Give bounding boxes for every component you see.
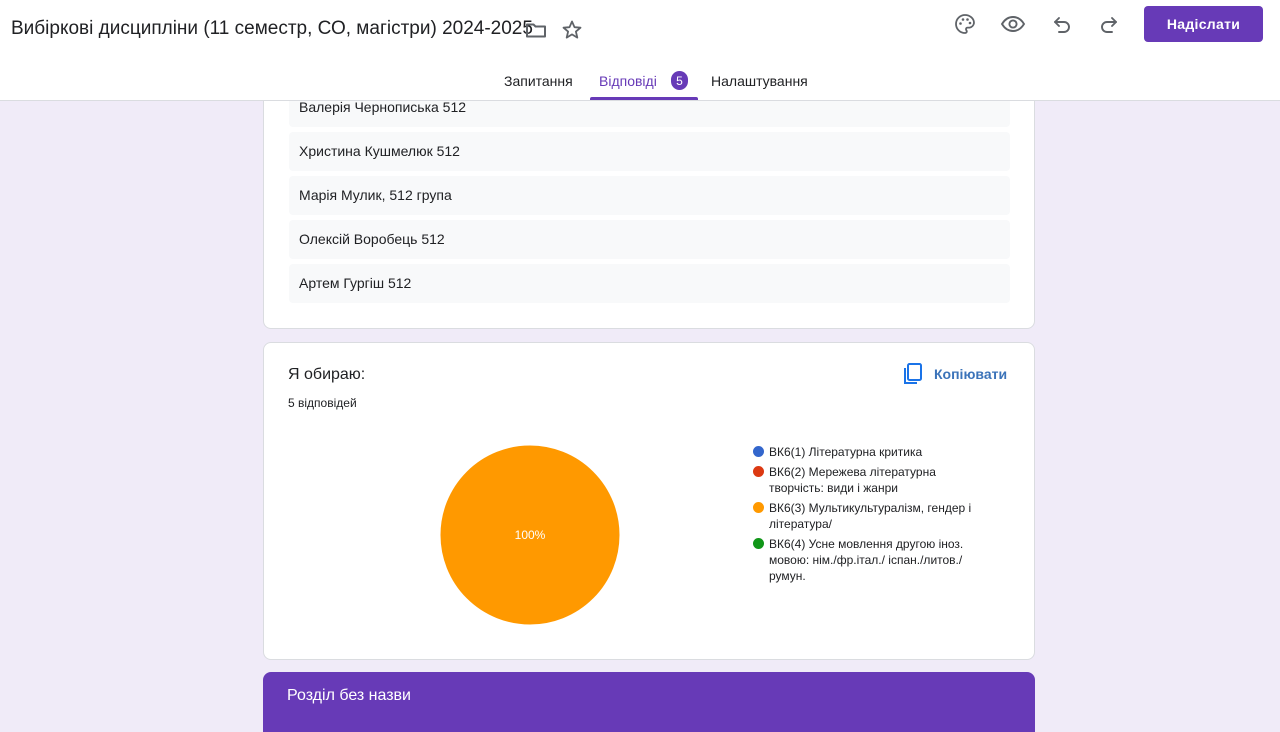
responses-count-badge: 5 xyxy=(671,71,688,90)
response-item: Артем Гургіш 512 xyxy=(289,264,1010,303)
legend-label-line: мовою: нім./фр.італ./ іспан./литов./ xyxy=(769,553,963,567)
legend-label: ВК6(3) Мультикультуралізм, гендер і літер… xyxy=(769,500,971,532)
legend-label-line: ВК6(3) Мультикультуралізм, гендер і xyxy=(769,501,972,515)
folder-icon[interactable] xyxy=(522,16,550,44)
legend-color-swatch xyxy=(753,538,764,549)
legend-item: ВК6(3) Мультикультуралізм, гендер і літер… xyxy=(753,500,983,532)
section-header: Розділ без назви xyxy=(263,672,1035,732)
legend-label-line: ВК6(2) Мережева літературна xyxy=(769,465,936,479)
legend-label-line: ВК6(1) Літературна критика xyxy=(769,445,923,459)
legend-label: ВК6(1) Літературна критика xyxy=(769,444,922,460)
response-item: Олексій Воробець 512 xyxy=(289,220,1010,259)
legend-item: ВК6(2) Мережева літературна творчість: ви… xyxy=(753,464,983,496)
redo-icon[interactable] xyxy=(1095,10,1123,38)
palette-icon[interactable] xyxy=(951,10,979,38)
legend-label-line: румун. xyxy=(769,569,806,583)
response-count: 5 відповідей xyxy=(288,396,357,410)
active-tab-indicator xyxy=(590,97,698,100)
legend-color-swatch xyxy=(753,446,764,457)
legend-item: ВК6(4) Усне мовлення другою іноз. мовою: … xyxy=(753,536,983,584)
undo-icon[interactable] xyxy=(1048,10,1076,38)
star-icon[interactable] xyxy=(558,16,586,44)
legend-label: ВК6(4) Усне мовлення другою іноз. мовою: … xyxy=(769,536,963,584)
question-title: Я обираю: xyxy=(288,366,366,383)
tab-bar: Запитання Відповіді 5 Налаштування xyxy=(0,60,1280,101)
response-item: Христина Кушмелюк 512 xyxy=(289,132,1010,171)
tab-responses[interactable]: Відповіді xyxy=(599,73,657,89)
document-title[interactable]: Вибіркові дисципліни (11 семестр, СО, ма… xyxy=(11,17,533,41)
tab-questions[interactable]: Запитання xyxy=(504,73,573,89)
legend-label-line: література/ xyxy=(769,517,832,531)
pie-chart: 100% xyxy=(439,444,621,626)
legend-item: ВК6(1) Літературна критика xyxy=(753,444,983,460)
legend-color-swatch xyxy=(753,466,764,477)
legend-color-swatch xyxy=(753,502,764,513)
copy-icon xyxy=(904,363,922,384)
form-header: Вибіркові дисципліни (11 семестр, СО, ма… xyxy=(0,0,1280,101)
response-item: Марія Мулик, 512 група xyxy=(289,176,1010,215)
copy-label: Копіювати xyxy=(934,366,1008,382)
copy-chart-button[interactable]: Копіювати xyxy=(902,361,1007,387)
legend-label: ВК6(2) Мережева літературна творчість: ви… xyxy=(769,464,936,496)
legend-label-line: ВК6(4) Усне мовлення другою іноз. xyxy=(769,537,964,551)
slice-percent-label: 100% xyxy=(515,528,546,542)
tab-settings[interactable]: Налаштування xyxy=(711,73,808,89)
question-summary-card: Я обираю: 5 відповідей Копіювати 100% ВК… xyxy=(263,342,1035,660)
section-title: Розділ без назви xyxy=(287,687,411,704)
send-button[interactable]: Надіслати xyxy=(1144,6,1263,42)
preview-eye-icon[interactable] xyxy=(999,10,1027,38)
chart-legend: ВК6(1) Літературна критика ВК6(2) Мережев… xyxy=(753,444,983,588)
legend-label-line: творчість: види і жанри xyxy=(769,481,898,495)
